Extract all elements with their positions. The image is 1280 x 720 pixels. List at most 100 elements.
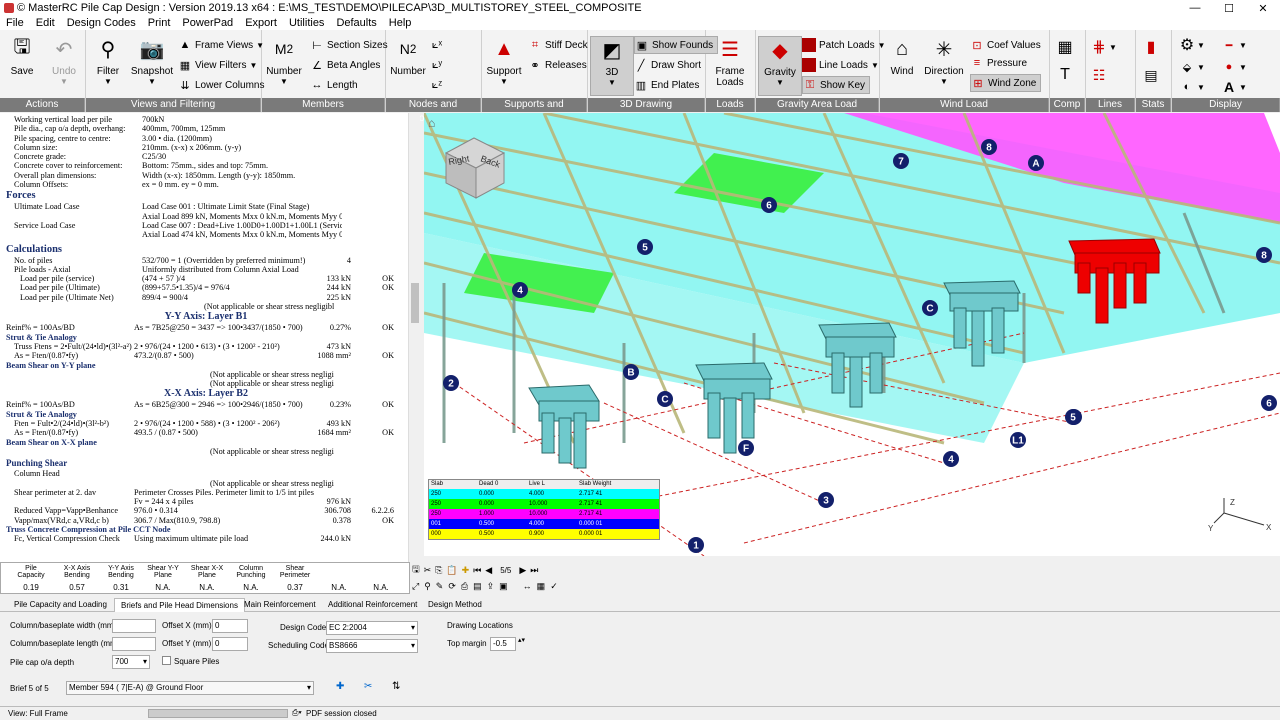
frame-loads-button[interactable]: ☰ Frame Loads — [708, 36, 752, 89]
section-sizes-button[interactable]: ⊢ Section Sizes — [310, 36, 387, 54]
palette-button[interactable]: ◐ ▼ — [1180, 78, 1205, 96]
end-plates-button[interactable]: ▥ End Plates — [634, 76, 700, 94]
depth-select[interactable]: 700 — [112, 655, 150, 669]
col-width-input[interactable] — [112, 619, 156, 633]
lower-columns-button[interactable]: ⇊ Lower Columns — [178, 76, 264, 94]
patch-loads-button[interactable]: Patch Loads ▼ — [802, 36, 886, 54]
3d-button[interactable]: ◩ 3D ▼ — [590, 36, 634, 96]
stats-chart-button[interactable]: ▮ — [1144, 38, 1158, 56]
highlight-icon[interactable]: ✎ — [436, 581, 444, 592]
menu-file[interactable]: File — [0, 16, 30, 30]
check-icon[interactable]: ✓ — [550, 581, 558, 592]
zoom-fit-icon[interactable]: ⤢ — [412, 581, 419, 592]
settings-small-icon[interactable]: ▣ — [499, 581, 508, 592]
undo-button[interactable]: ↶ Undo ▼ — [42, 36, 86, 87]
next-page-icon[interactable]: ▶ — [519, 565, 526, 576]
minimize-button[interactable]: — — [1178, 0, 1212, 16]
show-key-button[interactable]: ⚿ Show Key — [802, 76, 871, 94]
fit-width-icon[interactable]: ↔ — [523, 581, 532, 591]
node-number-button[interactable]: N 2 Number — [386, 36, 430, 77]
pressure-button[interactable]: ≡ Pressure — [970, 54, 1027, 72]
wind-zone-button[interactable]: ⊞ Wind Zone — [970, 74, 1042, 92]
comp-beam-button[interactable]: T — [1058, 66, 1072, 84]
menu-defaults[interactable]: Defaults — [330, 16, 382, 30]
menu-design-codes[interactable]: Design Codes — [61, 16, 142, 30]
save-button[interactable]: 🖫 Save — [0, 36, 44, 77]
square-piles-checkbox[interactable] — [162, 656, 171, 665]
copy-icon[interactable]: ⎘ — [435, 565, 442, 576]
offset-y-input[interactable]: 0 — [212, 637, 248, 651]
home-icon[interactable]: ⌂ — [428, 116, 435, 130]
cut-icon[interactable]: ✂ — [424, 565, 432, 576]
line-color-button[interactable]: ━ ▼ — [1222, 36, 1247, 54]
maximize-button[interactable]: ☐ — [1212, 0, 1246, 16]
scrollbar-thumb[interactable] — [411, 283, 419, 323]
menu-edit[interactable]: Edit — [30, 16, 61, 30]
coord-z-button[interactable]: ⟀ᶻ — [430, 76, 444, 94]
tab-design-method[interactable]: Design Method — [422, 598, 488, 612]
cut-brief-icon[interactable]: ✂ — [364, 681, 372, 692]
first-page-icon[interactable]: ⏮ — [473, 565, 481, 576]
settings-button[interactable]: ⚙ ▼ — [1180, 36, 1205, 54]
coord-y-button[interactable]: ⟀ʸ — [430, 56, 444, 74]
tab-briefs[interactable]: Briefs and Pile Head Dimensions — [114, 598, 245, 612]
sort-icon[interactable]: ⇅ — [392, 681, 400, 692]
top-margin-input[interactable]: -0.5 — [490, 637, 516, 651]
preview-icon[interactable]: ▤ — [473, 581, 482, 592]
paint-button[interactable]: ⬙ ▼ — [1180, 58, 1205, 76]
menu-print[interactable]: Print — [142, 16, 177, 30]
wind-button[interactable]: ⌂ Wind — [880, 36, 924, 78]
direction-button[interactable]: ✳ Direction ▼ — [922, 36, 966, 87]
member-select[interactable]: Member 594 ( 7|E-A) @ Ground Floor — [66, 681, 314, 695]
menu-powerpad[interactable]: PowerPad — [176, 16, 239, 30]
report-scrollbar[interactable] — [408, 113, 420, 562]
fill-color-button[interactable]: ● ▼ — [1222, 58, 1247, 76]
beta-angles-button[interactable]: ∠ Beta Angles — [310, 56, 380, 74]
draw-short-button[interactable]: ╱ Draw Short — [634, 56, 701, 74]
support-button[interactable]: ▲ Support ▼ — [482, 36, 526, 87]
col-length-input[interactable] — [112, 637, 156, 651]
coord-x-button[interactable]: ⟀ˣ — [430, 36, 444, 54]
frame-views-button[interactable]: ▲ Frame Views ▼ — [178, 36, 265, 54]
last-page-icon[interactable]: ⏭ — [530, 565, 538, 576]
offset-x-input[interactable]: 0 — [212, 619, 248, 633]
coef-values-button[interactable]: ⊡ Coef Values — [970, 36, 1040, 54]
sched-code-select[interactable]: BS8666 — [326, 639, 418, 653]
top-margin-spinner[interactable]: ▴▾ — [518, 636, 525, 644]
menu-help[interactable]: Help — [383, 16, 418, 30]
table-icon[interactable]: ▦ — [537, 581, 546, 592]
zoom-icon[interactable]: ⚲ — [424, 581, 431, 592]
tab-pile-capacity[interactable]: Pile Capacity and Loading — [8, 598, 113, 612]
stats-calc-button[interactable]: ▤ — [1144, 66, 1158, 84]
calc-report-pane[interactable]: Working vertical load per pile 700kN Pile… — [0, 113, 420, 562]
add-icon[interactable]: ✚ — [462, 565, 470, 576]
length-button[interactable]: ↔ Length — [310, 76, 358, 94]
view-filters-button[interactable]: ▦ View Filters ▼ — [178, 56, 258, 74]
export-icon[interactable]: ⇪ — [487, 581, 495, 592]
stiff-deck-button[interactable]: ⌗ Stiff Deck — [528, 36, 588, 54]
filter-button[interactable]: ⚲ Filter ▼ — [86, 36, 130, 87]
releases-button[interactable]: ⚭ Releases — [528, 56, 586, 74]
menu-export[interactable]: Export — [239, 16, 283, 30]
add-brief-icon[interactable]: ✚ — [336, 681, 344, 692]
paste-icon[interactable]: 📋 — [446, 565, 457, 576]
lines-grid-button[interactable]: ⋕ ▼ — [1092, 38, 1117, 56]
font-button[interactable]: A ▼ — [1222, 78, 1247, 96]
close-button[interactable]: ✕ — [1246, 0, 1280, 16]
3d-viewport[interactable]: Right Back ⌂ 12345678ABCFL124568C Z Y X … — [424, 113, 1280, 556]
prev-page-icon[interactable]: ◀ — [485, 565, 492, 576]
gravity-button[interactable]: ◆ Gravity ▼ — [758, 36, 802, 96]
menu-utilities[interactable]: Utilities — [283, 16, 330, 30]
tab-additional-reinforcement[interactable]: Additional Reinforcement — [322, 598, 423, 612]
line-loads-button[interactable]: Line Loads ▼ — [802, 56, 879, 74]
member-number-button[interactable]: M 2 Number ▼ — [262, 36, 306, 86]
snapshot-button[interactable]: 📷 Snapshot ▼ — [130, 36, 174, 87]
comp-grid-button[interactable]: ▦ — [1057, 38, 1072, 56]
lines-list-button[interactable]: ☷ — [1092, 66, 1106, 84]
save-report-icon[interactable]: 🖫 — [412, 562, 420, 578]
tab-main-reinforcement[interactable]: Main Reinforcement — [238, 598, 322, 612]
design-code-select[interactable]: EC 2:2004 — [326, 621, 418, 635]
group-label-lines: Lines — [1086, 98, 1135, 112]
print-icon[interactable]: ⎙ — [461, 581, 468, 592]
refresh-icon[interactable]: ⟳ — [448, 581, 456, 592]
